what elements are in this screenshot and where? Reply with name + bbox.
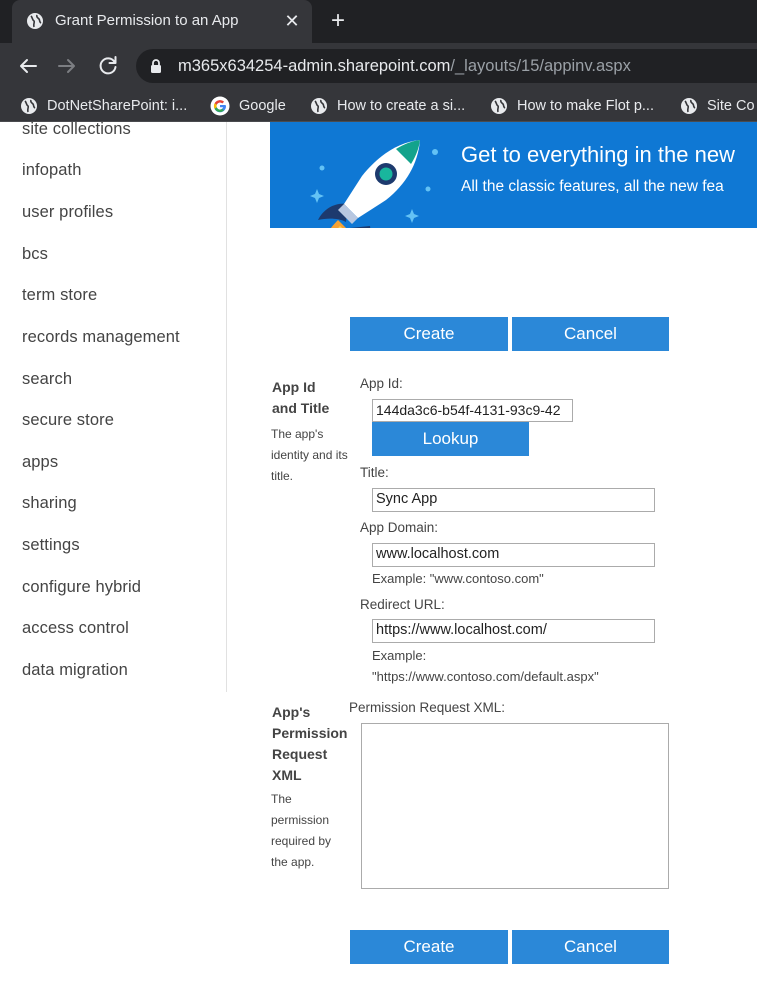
permission-section-title: App's Permission Request XML <box>272 704 348 783</box>
google-icon <box>210 96 230 116</box>
create-button-bottom[interactable]: Create <box>350 930 508 964</box>
cancel-button-bottom[interactable]: Cancel <box>512 930 669 964</box>
app-id-label: App Id: <box>360 376 403 391</box>
title-input[interactable]: Sync App <box>372 488 655 512</box>
lookup-button[interactable]: Lookup <box>372 422 529 456</box>
globe-icon <box>27 13 43 29</box>
bookmark-label: Site Co <box>707 98 755 114</box>
permission-xml-textarea[interactable] <box>361 723 669 889</box>
permission-xml-label: Permission Request XML: <box>349 700 506 715</box>
app-id-input[interactable]: 144da3c6-b54f-4131-93c9-42 <box>372 399 573 422</box>
lock-icon[interactable] <box>150 59 162 74</box>
forward-arrow-icon[interactable] <box>53 52 81 80</box>
globe-icon <box>491 98 507 114</box>
globe-icon <box>311 98 327 114</box>
redirect-url-input[interactable]: https://www.localhost.com/ <box>372 619 655 643</box>
nav-link-term-store[interactable]: term store <box>22 286 97 305</box>
new-tab-icon[interactable]: + <box>325 8 351 34</box>
nav-link-site-collections[interactable]: site collections <box>22 122 131 139</box>
app-domain-input[interactable]: www.localhost.com <box>372 543 655 567</box>
nav-link-records-management[interactable]: records management <box>22 328 180 347</box>
tab-title: Grant Permission to an App <box>55 12 239 29</box>
app-domain-label: App Domain: <box>360 520 439 535</box>
url-text: m365x634254-admin.sharepoint.com/_layout… <box>178 57 631 76</box>
reload-icon[interactable] <box>94 52 122 80</box>
nav-link-configure-hybrid[interactable]: configure hybrid <box>22 578 141 597</box>
nav-link-infopath[interactable]: infopath <box>22 161 82 180</box>
url-path: /_layouts/15/appinv.aspx <box>450 57 631 75</box>
bookmarks-bar: DotNetSharePoint: i... Google How to cre… <box>0 89 757 122</box>
bookmark-label: How to create a si... <box>337 98 466 114</box>
app-domain-example: Example: "www.contoso.com" <box>372 571 544 586</box>
rocket-illustration-icon <box>310 140 438 228</box>
promo-banner[interactable]: Get to everything in the new All the cla… <box>270 122 757 228</box>
bookmark-label: DotNetSharePoint: i... <box>47 98 188 114</box>
create-button-top[interactable]: Create <box>350 317 508 351</box>
close-tab-icon[interactable]: ✕ <box>280 9 304 33</box>
bookmark-label: How to make Flot p... <box>517 98 654 114</box>
redirect-example-label: Example: <box>372 648 427 663</box>
banner-title: Get to everything in the new <box>461 142 735 167</box>
cancel-button-top[interactable]: Cancel <box>512 317 669 351</box>
nav-link-secure-store[interactable]: secure store <box>22 411 114 430</box>
nav-link-settings[interactable]: settings <box>22 536 80 555</box>
nav-link-bcs[interactable]: bcs <box>22 245 48 264</box>
bookmark-item[interactable]: Site Co <box>680 95 755 117</box>
nav-link-data-migration[interactable]: data migration <box>22 661 128 680</box>
banner-subtitle: All the classic features, all the new fe… <box>461 178 724 195</box>
back-arrow-icon[interactable] <box>14 52 42 80</box>
globe-icon <box>21 98 37 114</box>
redirect-url-label: Redirect URL: <box>360 597 445 612</box>
bookmark-label: Google <box>239 98 286 114</box>
nav-link-search[interactable]: search <box>22 370 72 389</box>
nav-link-user-profiles[interactable]: user profiles <box>22 203 113 222</box>
left-navigation: site collections infopath user profiles … <box>0 122 227 692</box>
app-id-section-description: The app's identity and its title. <box>271 427 348 483</box>
browser-toolbar: m365x634254-admin.sharepoint.com/_layout… <box>0 43 757 89</box>
nav-link-sharing[interactable]: sharing <box>22 494 77 513</box>
app-id-section-title: App Id and Title <box>272 379 330 416</box>
bookmark-item[interactable]: DotNetSharePoint: i... <box>20 95 187 117</box>
url-host: m365x634254-admin.sharepoint.com <box>178 57 451 75</box>
bookmark-item[interactable]: How to make Flot p... <box>490 95 654 117</box>
browser-tab[interactable]: Grant Permission to an App ✕ <box>12 0 312 43</box>
browser-tab-bar: Grant Permission to an App ✕ + <box>0 0 757 43</box>
globe-icon <box>681 98 697 114</box>
nav-link-apps[interactable]: apps <box>22 453 58 472</box>
redirect-example-value: "https://www.contoso.com/default.aspx" <box>372 669 599 684</box>
permission-section-description: The permission required by the app. <box>271 792 332 869</box>
bookmark-item[interactable]: How to create a si... <box>310 95 465 117</box>
nav-link-access-control[interactable]: access control <box>22 619 129 638</box>
bookmark-item[interactable]: Google <box>210 95 286 117</box>
address-bar[interactable]: m365x634254-admin.sharepoint.com/_layout… <box>136 49 757 83</box>
title-label: Title: <box>360 465 389 480</box>
